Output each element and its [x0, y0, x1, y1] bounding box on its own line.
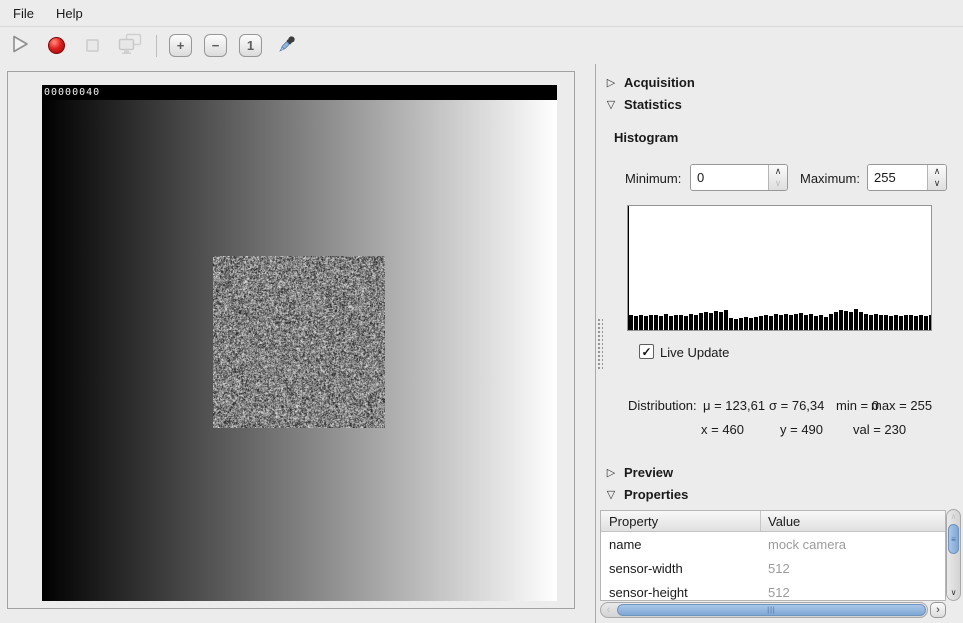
expander-statistics[interactable]: ▽ Statistics	[605, 97, 682, 112]
live-update-checkbox[interactable]: ✓	[639, 344, 654, 359]
frame-counter: 00000040	[42, 85, 557, 100]
table-row[interactable]: name mock camera	[601, 532, 945, 556]
expander-acquisition-label: Acquisition	[624, 75, 695, 90]
chevron-down-icon: ▽	[605, 98, 617, 111]
scroll-left-button[interactable]: ‹	[601, 603, 616, 617]
expander-acquisition[interactable]: ▷ Acquisition	[605, 75, 695, 90]
stop-button	[80, 34, 104, 58]
zoom-original-icon: 1	[247, 38, 254, 53]
noise-region	[213, 256, 385, 428]
expander-properties-label: Properties	[624, 487, 688, 502]
distribution-max: max = 255	[871, 398, 932, 413]
property-name: name	[601, 537, 761, 552]
camera-image[interactable]: 00000040	[42, 85, 557, 601]
vertical-scroll-track[interactable]	[947, 554, 960, 586]
screenshot-button	[116, 34, 144, 58]
expander-statistics-label: Statistics	[624, 97, 682, 112]
chevron-right-icon: ▷	[605, 466, 617, 479]
live-update-label: Live Update	[660, 345, 729, 360]
property-value: mock camera	[761, 537, 846, 552]
grip-icon: ≡	[951, 535, 956, 544]
histogram-plot-bars	[629, 206, 931, 330]
properties-table-header: Property Value	[601, 511, 945, 532]
table-row[interactable]: sensor-width 512	[601, 556, 945, 580]
expander-properties[interactable]: ▽ Properties	[605, 487, 688, 502]
stop-icon	[86, 39, 99, 52]
toolbar-separator	[156, 35, 157, 57]
application-window: File Help +	[0, 0, 963, 623]
property-value: 512	[761, 561, 790, 576]
property-value: 512	[761, 585, 790, 600]
menubar: File Help	[0, 0, 963, 27]
properties-vertical-scrollbar[interactable]: ∧ ≡ ∨	[946, 509, 961, 601]
toolbar: + − 1	[0, 27, 963, 64]
vertical-scroll-thumb[interactable]: ≡	[948, 524, 959, 554]
minimum-spinbox: ∧ ∨	[690, 164, 788, 191]
cursor-val: val = 230	[853, 422, 906, 437]
checkmark-icon: ✓	[641, 346, 651, 358]
play-icon	[9, 33, 31, 58]
maximum-input[interactable]	[868, 165, 927, 190]
minimum-input[interactable]	[691, 165, 768, 190]
pane-grip-handle[interactable]	[597, 318, 603, 370]
play-button[interactable]	[8, 34, 32, 58]
minimum-spin-down-button: ∨	[769, 178, 787, 191]
maximum-spin-up-button[interactable]: ∧	[928, 165, 946, 178]
pane-separator[interactable]	[595, 64, 596, 623]
scroll-down-button[interactable]: ∨	[947, 586, 960, 600]
menu-file[interactable]: File	[4, 3, 43, 24]
zoom-in-button[interactable]: +	[169, 34, 192, 57]
column-header-property[interactable]: Property	[601, 514, 760, 529]
record-button[interactable]	[44, 34, 68, 58]
scroll-up-button[interactable]: ∧	[947, 510, 960, 524]
expander-preview-label: Preview	[624, 465, 673, 480]
chevron-right-icon: ▷	[605, 76, 617, 89]
zoom-out-button[interactable]: −	[204, 34, 227, 57]
record-icon	[48, 37, 65, 54]
column-header-value[interactable]: Value	[761, 514, 800, 529]
cursor-y: y = 490	[780, 422, 823, 437]
histogram-plot	[627, 205, 932, 331]
minimum-label: Minimum:	[625, 171, 681, 186]
displays-icon	[117, 32, 144, 59]
maximum-label: Maximum:	[800, 171, 860, 186]
zoom-in-icon: +	[177, 38, 185, 53]
zoom-original-button[interactable]: 1	[239, 34, 262, 57]
minimum-spin-up-button[interactable]: ∧	[769, 165, 787, 178]
properties-horizontal-scrollbar[interactable]: ‹ |||	[600, 602, 928, 618]
zoom-out-icon: −	[212, 38, 220, 53]
property-name: sensor-width	[601, 561, 761, 576]
color-picker-button[interactable]	[274, 34, 298, 58]
expander-preview[interactable]: ▷ Preview	[605, 465, 673, 480]
table-row[interactable]: sensor-height 512	[601, 580, 945, 601]
horizontal-scroll-thumb[interactable]: |||	[617, 604, 926, 616]
histogram-heading: Histogram	[614, 130, 678, 145]
property-name: sensor-height	[601, 585, 761, 600]
cursor-x: x = 460	[701, 422, 744, 437]
properties-table: Property Value name mock camera sensor-w…	[600, 510, 946, 601]
scroll-right-button[interactable]: ›	[930, 602, 946, 618]
menu-help[interactable]: Help	[47, 3, 92, 24]
grip-icon: |||	[767, 607, 775, 614]
distribution-mu: μ = 123,61	[703, 398, 765, 413]
maximum-spin-down-button[interactable]: ∨	[928, 178, 946, 191]
distribution-sigma: σ = 76,34	[769, 398, 824, 413]
chevron-down-icon: ▽	[605, 488, 617, 501]
distribution-label: Distribution:	[628, 398, 697, 413]
eyedropper-icon	[274, 32, 298, 59]
maximum-spinbox: ∧ ∨	[867, 164, 947, 191]
